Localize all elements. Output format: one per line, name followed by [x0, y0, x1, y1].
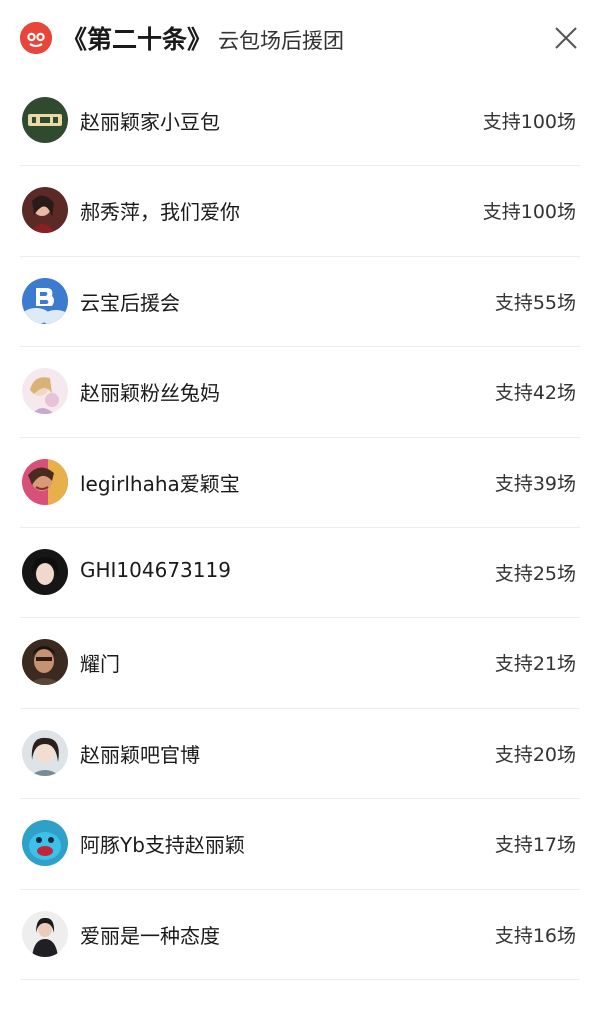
support-count: 支持20场 — [494, 743, 576, 766]
supporter-name[interactable]: 耀门 — [80, 648, 120, 677]
supporter-name[interactable]: 赵丽颖家小豆包 — [80, 106, 220, 135]
list-item[interactable]: 爱丽是一种态度 支持16场 — [0, 890, 600, 981]
list-item[interactable]: 耀门 支持21场 — [0, 618, 600, 710]
group-subtitle: 云包场后援团 — [218, 29, 345, 53]
list-item[interactable]: legirlhaha爱颖宝 支持39场 — [0, 438, 600, 529]
supporter-name[interactable]: 爱丽是一种态度 — [80, 920, 220, 949]
supporter-name[interactable]: 云宝后援会 — [80, 287, 180, 316]
list-item[interactable]: 赵丽颖粉丝兔妈 支持42场 — [0, 347, 600, 438]
supporter-name[interactable]: 赵丽颖吧官博 — [80, 739, 200, 768]
list-item[interactable]: 云宝后援会 支持55场 — [0, 257, 600, 348]
avatar-photo-icon[interactable] — [22, 187, 68, 234]
support-count: 支持21场 — [494, 653, 576, 676]
header-bar: 《第二十条》 云包场后援团 — [0, 0, 600, 76]
support-count: 支持17场 — [494, 834, 576, 857]
supporter-name[interactable]: 郝秀萍，我们爱你 — [80, 196, 240, 225]
avatar-illustration-icon[interactable] — [22, 820, 68, 867]
supporter-name[interactable]: 阿豚Yb支持赵丽颖 — [80, 829, 245, 858]
avatar-photo-icon[interactable] — [22, 729, 68, 776]
supporter-name[interactable]: GHI104673119 — [80, 558, 231, 582]
support-count: 支持55场 — [494, 291, 576, 314]
list-item[interactable]: 郝秀萍，我们爱你 支持100场 — [0, 166, 600, 258]
support-count: 支持100场 — [482, 111, 576, 133]
support-count: 支持39场 — [494, 472, 576, 495]
avatar-photo-icon[interactable] — [22, 639, 68, 686]
support-count: 支持100场 — [482, 201, 576, 224]
app-logo-icon — [20, 22, 52, 54]
list-item[interactable]: 赵丽颖吧官博 支持20场 — [0, 709, 600, 800]
list-item[interactable]: 阿豚Yb支持赵丽颖 支持17场 — [0, 799, 600, 890]
avatar-logo-icon[interactable] — [22, 97, 68, 143]
close-icon — [555, 27, 577, 49]
list-item[interactable]: GHI104673119 支持25场 — [0, 528, 600, 619]
support-count: 支持25场 — [494, 562, 576, 585]
avatar-photo-icon[interactable] — [22, 910, 68, 957]
movie-title: 《第二十条》 — [62, 25, 213, 54]
support-count: 支持16场 — [494, 924, 576, 947]
page-title: 《第二十条》 云包场后援团 — [62, 20, 344, 56]
avatar-illustration-icon[interactable] — [22, 368, 68, 415]
list-item[interactable]: 赵丽颖家小豆包 支持100场 — [0, 76, 600, 167]
avatar-photo-icon[interactable] — [22, 458, 68, 505]
support-count: 支持42场 — [494, 382, 576, 405]
avatar-photo-icon[interactable] — [22, 548, 68, 595]
close-button[interactable] — [554, 26, 578, 50]
supporter-list: 赵丽颖家小豆包 支持100场 郝秀萍，我们爱你 支持100场 云宝后援会 支持5… — [0, 76, 600, 981]
supporter-name[interactable]: 赵丽颖粉丝兔妈 — [80, 377, 220, 406]
avatar-logo-icon[interactable] — [22, 277, 68, 324]
supporter-name[interactable]: legirlhaha爱颖宝 — [80, 468, 240, 497]
